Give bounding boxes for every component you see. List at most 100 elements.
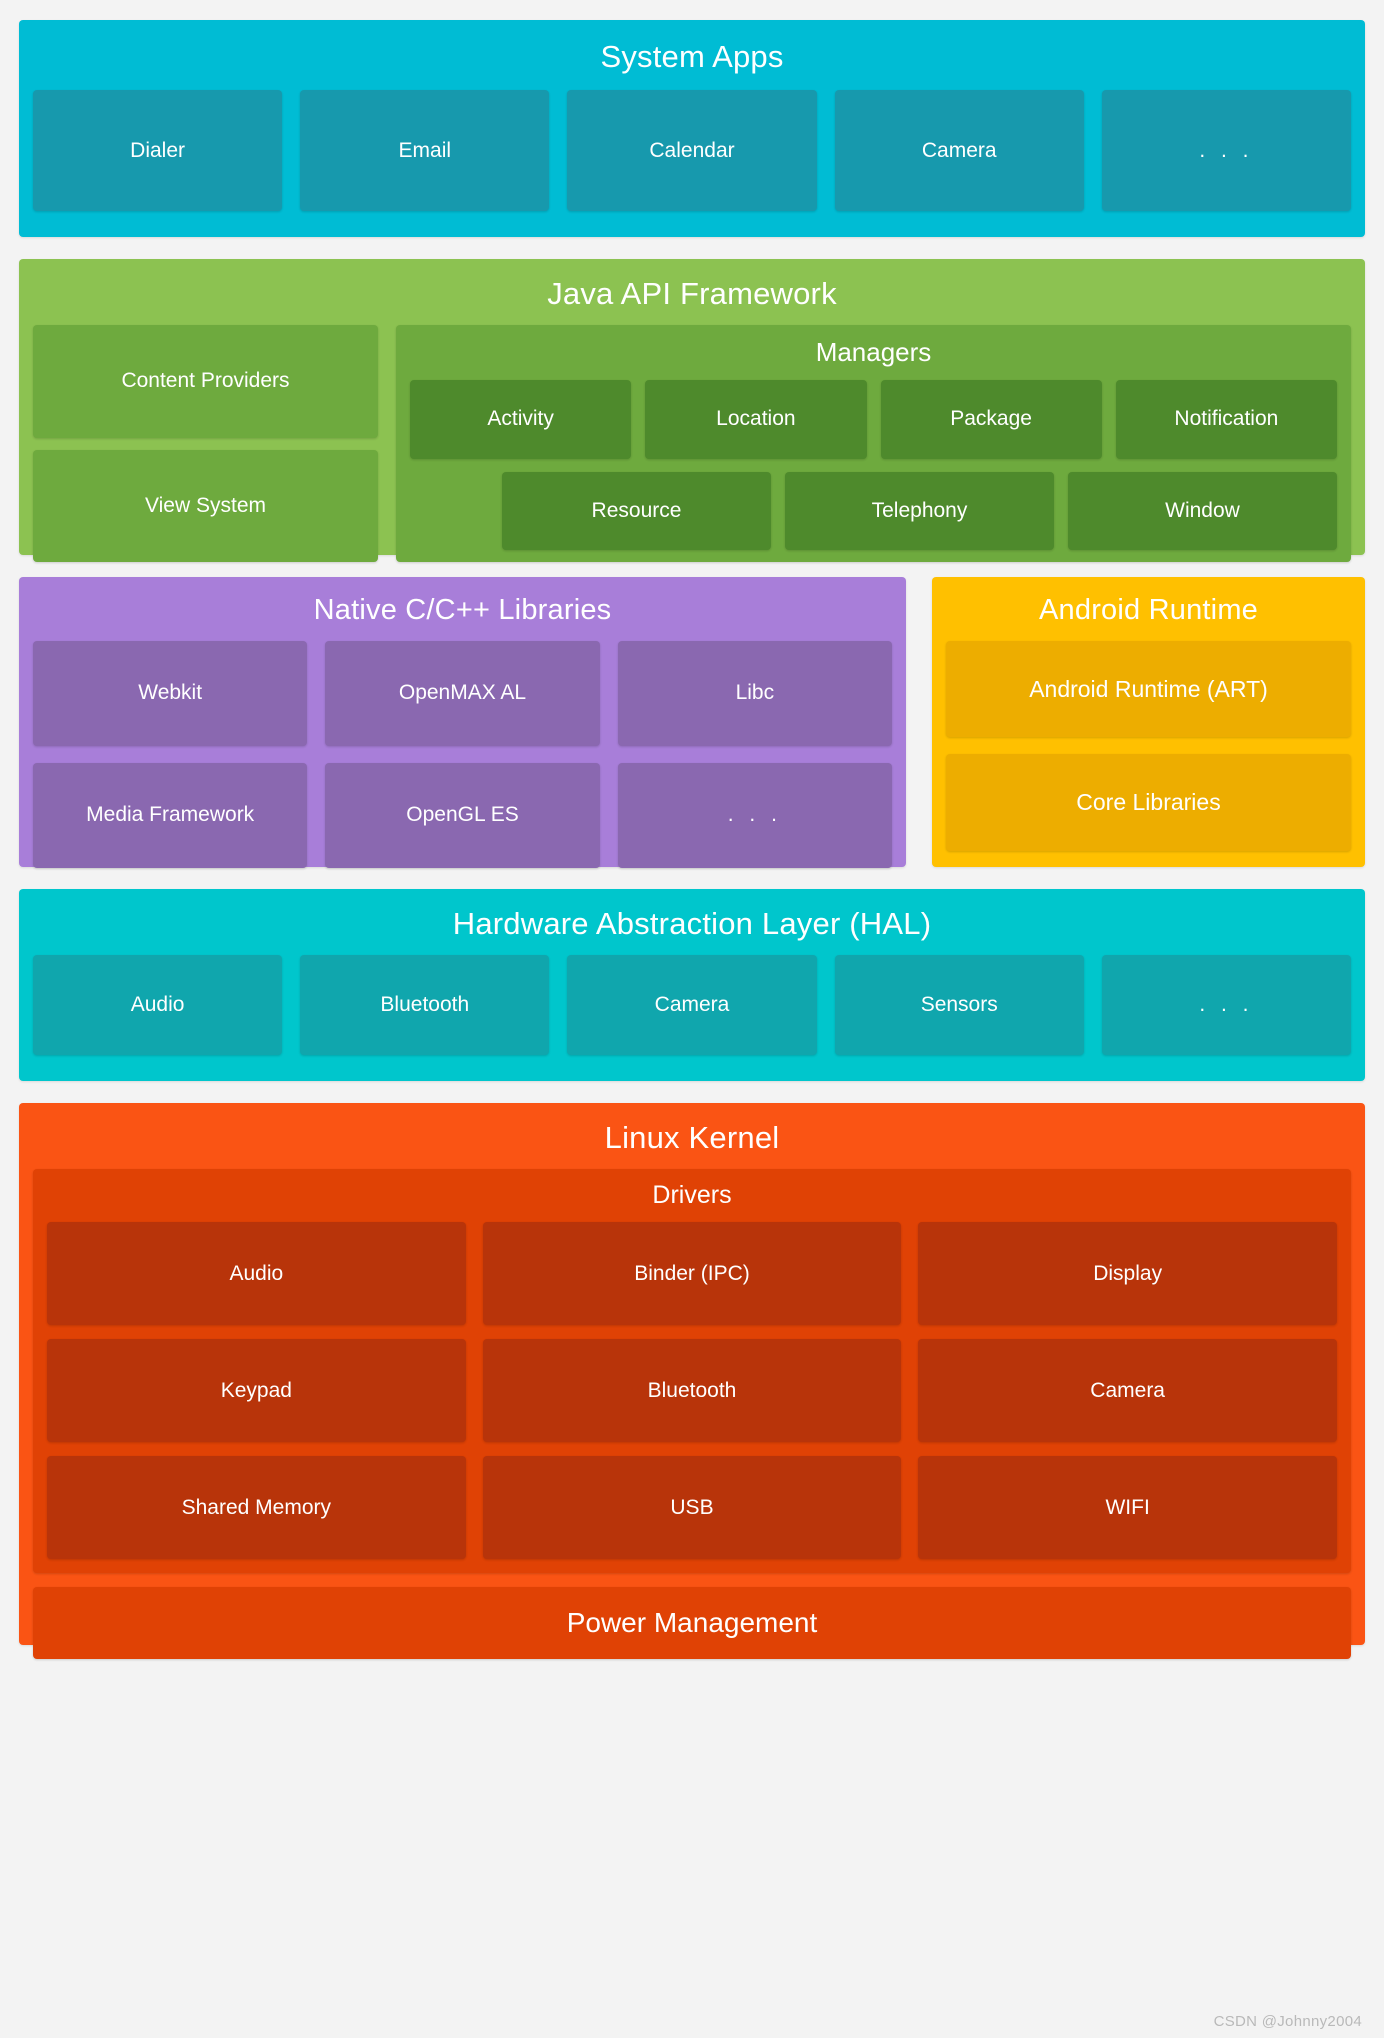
native-tile-label: OpenGL ES [406,803,519,827]
hal-tile-camera[interactable]: Camera [567,955,817,1056]
manager-tile-telephony[interactable]: Telephony [785,471,1054,551]
app-tile-dialer[interactable]: Dialer [33,90,283,212]
driver-tile-display[interactable]: Display [918,1222,1337,1326]
layer-title-hal: Hardware Abstraction Layer (HAL) [452,906,932,941]
manager-tile-label: Notification [1174,407,1279,431]
driver-tile-wifi[interactable]: WIFI [918,1456,1337,1560]
managers-panel-title: Managers [815,337,932,368]
app-tile-more[interactable]: . . . [1101,90,1352,212]
driver-tile-label: WIFI [1105,1495,1150,1519]
driver-tile-label: Shared Memory [181,1495,332,1519]
driver-tile-label: Camera [1090,1378,1165,1402]
native-tile-more[interactable]: . . . [617,762,892,868]
layer-title-android-runtime: Android Runtime [1039,594,1258,626]
layer-android-runtime: Android Runtime Android Runtime (ART) Co… [932,577,1365,867]
app-tile-camera[interactable]: Camera [834,90,1084,212]
native-tile-label: OpenMAX AL [398,681,527,705]
drivers-panel: Drivers Audio Binder (IPC) Display Keypa… [33,1169,1351,1574]
hal-tile-label: Audio [130,993,185,1017]
hal-tile-label: Camera [654,993,730,1017]
layer-title-native-libraries: Native C/C++ Libraries [313,594,612,626]
android-runtime-stack: Android Runtime (ART) Core Libraries [946,640,1351,852]
app-tile-label: Email [398,138,452,162]
native-tile-label: . . . [727,803,782,827]
layer-linux-kernel: Linux Kernel Drivers Audio Binder (IPC) … [19,1103,1365,1660]
layer-java-api-framework: Java API Framework Content Providers Vie… [19,259,1365,563]
native-tile-webkit[interactable]: Webkit [33,640,308,746]
app-tile-label: Calendar [649,138,735,162]
native-tile-label: Media Framework [86,803,255,827]
app-tile-label: . . . [1199,138,1254,162]
hal-tile-sensors[interactable]: Sensors [834,955,1084,1056]
driver-tile-bluetooth[interactable]: Bluetooth [482,1339,902,1443]
layer-title-linux-kernel: Linux Kernel [604,1120,780,1155]
drivers-panel-title: Drivers [652,1181,732,1210]
manager-tile-label: Location [716,407,796,431]
hal-tile-label: Bluetooth [380,993,470,1017]
runtime-tile-label: Core Libraries [1076,789,1221,816]
manager-tile-label: Telephony [871,498,968,522]
hal-row: Audio Bluetooth Camera Sensors . . . [33,955,1352,1056]
power-management-label: Power Management [566,1607,818,1639]
manager-tile-location[interactable]: Location [645,380,867,459]
native-tile-label: Webkit [138,681,203,705]
app-tile-label: Camera [921,138,997,162]
driver-tile-camera[interactable]: Camera [918,1339,1337,1443]
manager-tile-label: Window [1165,498,1240,522]
manager-tile-notification[interactable]: Notification [1115,380,1337,459]
managers-row-2: Resource Telephony Window [410,471,1337,551]
native-tile-media-framework[interactable]: Media Framework [33,762,308,868]
hal-tile-bluetooth[interactable]: Bluetooth [300,955,550,1056]
driver-tile-binder-ipc[interactable]: Binder (IPC) [482,1222,902,1326]
runtime-tile-core-libraries[interactable]: Core Libraries [946,754,1351,852]
manager-tile-package[interactable]: Package [880,380,1102,459]
manager-tile-activity[interactable]: Activity [410,380,632,459]
layer-title-java-api-framework: Java API Framework [547,276,837,311]
app-tile-calendar[interactable]: Calendar [567,90,817,212]
manager-tile-label: Package [950,407,1032,431]
native-tile-openmax-al[interactable]: OpenMAX AL [325,640,600,746]
runtime-tile-art[interactable]: Android Runtime (ART) [946,640,1351,738]
layer-system-apps: System Apps Dialer Email Calendar Camera… [19,20,1365,237]
runtime-tile-label: Android Runtime (ART) [1029,675,1268,702]
layer-native-libraries: Native C/C++ Libraries Webkit OpenMAX AL… [19,577,906,868]
manager-tile-label: Resource [591,498,682,522]
framework-tile-view-system[interactable]: View System [33,449,378,563]
power-management-panel[interactable]: Power Management [33,1587,1351,1660]
native-tile-opengl-es[interactable]: OpenGL ES [325,762,600,868]
driver-tile-label: Bluetooth [647,1378,737,1402]
watermark: CSDN @Johnny2004 [1213,2013,1362,2030]
app-tile-label: Dialer [130,138,186,162]
android-architecture-diagram: System Apps Dialer Email Calendar Camera… [0,0,1384,2038]
driver-tile-shared-memory[interactable]: Shared Memory [47,1456,466,1560]
native-libraries-grid: Webkit OpenMAX AL Libc Media Framework O… [33,640,892,868]
java-api-framework-body: Content Providers View System Managers A… [33,325,1351,563]
hal-tile-more[interactable]: . . . [1101,955,1352,1056]
layer-hardware-abstraction: Hardware Abstraction Layer (HAL) Audio B… [19,889,1365,1081]
hal-tile-label: Sensors [920,993,998,1017]
driver-tile-keypad[interactable]: Keypad [47,1339,466,1443]
framework-tile-label: Content Providers [121,369,290,393]
driver-tile-usb[interactable]: USB [482,1456,902,1560]
managers-panel: Managers Activity Location Package Notif… [396,325,1351,563]
driver-tile-label: USB [670,1495,714,1519]
manager-tile-window[interactable]: Window [1068,471,1337,551]
java-framework-left-column: Content Providers View System [33,325,378,563]
driver-tile-label: Display [1093,1261,1163,1285]
framework-tile-label: View System [145,493,266,517]
manager-tile-resource[interactable]: Resource [502,471,771,551]
hal-tile-audio[interactable]: Audio [33,955,283,1056]
native-tile-libc[interactable]: Libc [617,640,892,746]
manager-tile-label: Activity [487,407,554,431]
driver-tile-audio[interactable]: Audio [47,1222,466,1326]
managers-row-1: Activity Location Package Notification [410,380,1337,459]
layer-title-system-apps: System Apps [600,39,784,74]
driver-tile-label: Audio [229,1261,284,1285]
framework-tile-content-providers[interactable]: Content Providers [33,325,378,438]
drivers-grid: Audio Binder (IPC) Display Keypad Blueto… [47,1222,1337,1560]
hal-tile-label: . . . [1199,993,1254,1017]
driver-tile-label: Keypad [220,1378,292,1402]
app-tile-email[interactable]: Email [300,90,550,212]
driver-tile-label: Binder (IPC) [634,1261,750,1285]
native-tile-label: Libc [735,681,775,705]
